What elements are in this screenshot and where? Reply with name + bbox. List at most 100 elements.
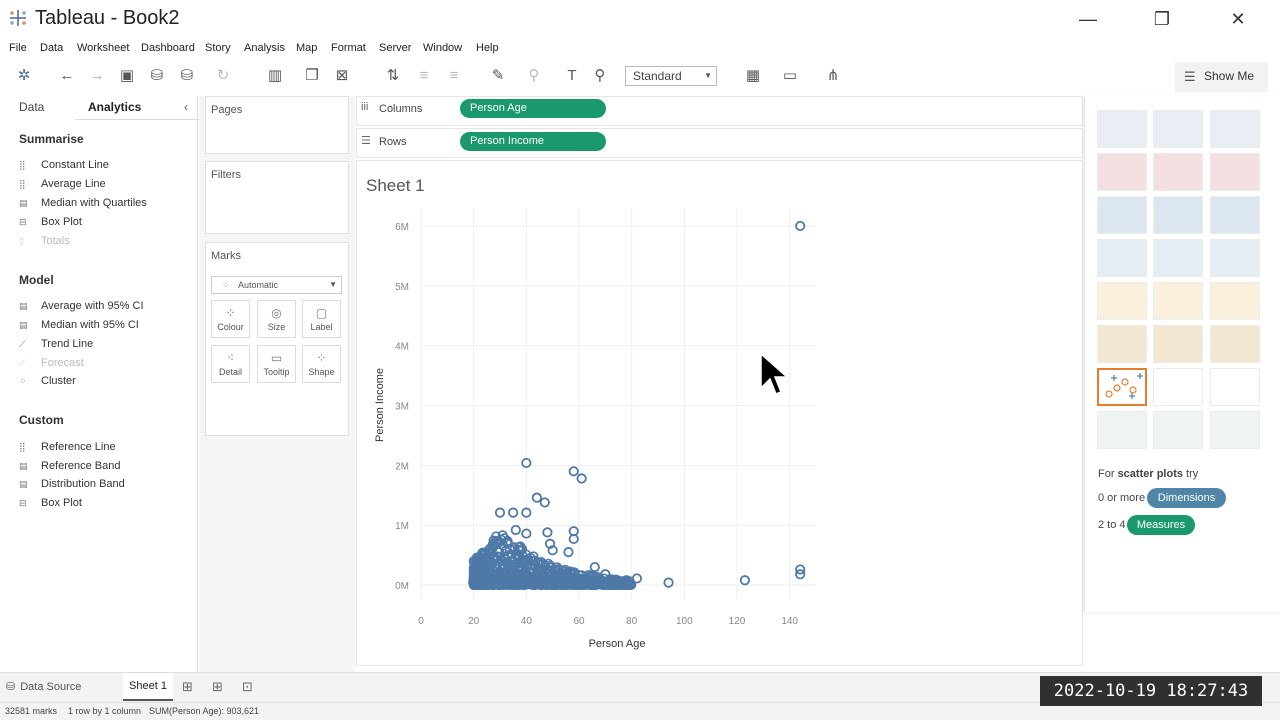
menu-window[interactable]: Window [423, 42, 462, 54]
show-me-chart-option[interactable] [1210, 411, 1260, 449]
summarise-title: Summarise [19, 132, 84, 146]
show-me-chart-option[interactable] [1097, 325, 1147, 363]
group-members-icon[interactable]: ⚲ [524, 66, 544, 86]
show-me-chart-option[interactable] [1153, 153, 1203, 191]
show-me-button[interactable]: ☰ Show Me [1175, 62, 1268, 92]
show-me-chart-option[interactable] [1153, 411, 1203, 449]
show-me-chart-option[interactable] [1210, 282, 1260, 320]
menu-server[interactable]: Server [379, 42, 411, 54]
data-source-tab[interactable]: ⛁ Data Source [6, 680, 81, 693]
new-dashboard-tab-icon[interactable]: ⊞ [212, 679, 223, 695]
show-me-chart-option[interactable] [1153, 282, 1203, 320]
chart-grid [420, 208, 816, 600]
analytics-item-box-plot-custom[interactable]: ⊟ Box Plot [19, 497, 82, 509]
sort-ascending-icon[interactable]: ≡ [414, 66, 434, 86]
highlight-icon[interactable]: ✎ [488, 66, 508, 86]
show-me-chart-option[interactable] [1097, 153, 1147, 191]
status-sum: SUM(Person Age): 903,621 [149, 706, 260, 716]
show-me-chart-option[interactable] [1153, 239, 1203, 277]
size-button[interactable]: ◎ Size [257, 300, 296, 338]
analytics-item-average-line[interactable]: ⣿ Average Line [19, 178, 106, 190]
analytics-item-cluster[interactable]: ⁘ Cluster [19, 375, 76, 387]
show-me-chart-option[interactable] [1153, 325, 1203, 363]
database-icon: ⛁ [6, 681, 16, 693]
mark-type-select[interactable]: ⁘ Automatic ▼ [211, 276, 342, 294]
minimize-button[interactable]: — [1073, 6, 1103, 32]
label-button[interactable]: ▢ Label [302, 300, 341, 338]
analytics-item-reference-line[interactable]: ⣿ Reference Line [19, 441, 116, 453]
menu-worksheet[interactable]: Worksheet [77, 42, 129, 54]
share-icon[interactable]: ⋔ [823, 66, 843, 86]
swap-rows-columns-icon[interactable]: ⇅ [383, 66, 403, 86]
show-me-chart-option[interactable] [1153, 196, 1203, 234]
tab-analytics[interactable]: Analytics [88, 100, 141, 114]
analytics-item-label: Average Line [41, 178, 106, 190]
sheet-title[interactable]: Sheet 1 [366, 176, 425, 196]
show-cards-icon[interactable]: ▦ [743, 66, 763, 86]
analytics-item-constant-line[interactable]: ⣿ Constant Line [19, 159, 109, 171]
tab-data[interactable]: Data [19, 100, 44, 114]
forward-icon[interactable]: → [87, 66, 107, 86]
fix-axes-icon[interactable]: ⚲ [590, 66, 610, 86]
analytics-item-median-ci[interactable]: ▤ Median with 95% CI [19, 319, 139, 331]
analytics-item-distribution-band[interactable]: ▤ Distribution Band [19, 478, 125, 490]
show-me-chart-option[interactable] [1210, 110, 1260, 148]
fit-select[interactable]: Standard ▼ [625, 66, 717, 86]
show-me-chart-option[interactable] [1097, 196, 1147, 234]
chevron-down-icon: ▼ [329, 280, 337, 289]
show-me-chart-option[interactable] [1097, 282, 1147, 320]
show-me-chart-option[interactable] [1210, 196, 1260, 234]
menu-map[interactable]: Map [296, 42, 317, 54]
menu-analysis[interactable]: Analysis [244, 42, 285, 54]
new-story-tab-icon[interactable]: ⊡ [242, 679, 253, 695]
menu-format[interactable]: Format [331, 42, 366, 54]
show-me-chart-option[interactable] [1097, 110, 1147, 148]
duplicate-sheet-icon[interactable]: ❐ [302, 66, 322, 86]
scatter-point [589, 561, 600, 573]
new-worksheet-icon[interactable]: ▥ [265, 66, 285, 86]
scatter-chart[interactable]: 0 20 40 60 80 100 120 140 0M 1M 2M 3M 4M 5M 6M Person … [356, 200, 1083, 660]
show-me-chart-option[interactable] [1210, 239, 1260, 277]
menu-story[interactable]: Story [205, 42, 231, 54]
tooltip-button[interactable]: ▭ Tooltip [257, 345, 296, 383]
back-icon[interactable]: ← [57, 66, 77, 86]
menu-help[interactable]: Help [476, 42, 499, 54]
tableau-home-icon[interactable]: ✲ [14, 66, 34, 86]
clear-sheet-icon[interactable]: ⊠ [332, 66, 352, 86]
show-me-chart-option[interactable] [1210, 325, 1260, 363]
show-me-chart-option[interactable] [1210, 153, 1260, 191]
new-data-source-icon[interactable]: ⛁ [147, 66, 167, 86]
restore-button[interactable]: ❐ [1147, 6, 1177, 32]
show-me-chart-option[interactable] [1153, 368, 1203, 406]
shape-button[interactable]: ⁘ Shape [302, 345, 341, 383]
analytics-item-average-ci[interactable]: ▤ Average with 95% CI [19, 300, 144, 312]
sheet-tab-sheet1[interactable]: Sheet 1 [123, 673, 173, 701]
columns-pill[interactable]: Person Age [460, 99, 606, 118]
analytics-item-box-plot[interactable]: ⊟ Box Plot [19, 216, 82, 228]
new-worksheet-tab-icon[interactable]: ⊞ [182, 679, 193, 695]
presentation-mode-icon[interactable]: ▭ [780, 66, 800, 86]
show-me-chart-option[interactable] [1097, 411, 1147, 449]
menu-file[interactable]: File [9, 42, 27, 54]
analytics-item-trend-line[interactable]: ⟋ Trend Line [19, 338, 93, 350]
show-me-chart-option[interactable] [1210, 368, 1260, 406]
analytics-item-reference-band[interactable]: ▤ Reference Band [19, 460, 121, 472]
show-me-chart-option[interactable] [1097, 368, 1147, 406]
close-button[interactable]: ✕ [1223, 6, 1253, 32]
show-mark-labels-icon[interactable]: T [562, 66, 582, 86]
detail-icon: ⁖ [226, 351, 235, 365]
colour-button[interactable]: ⁘ Colour [211, 300, 250, 338]
measures-pill: Measures [1127, 515, 1195, 535]
collapse-pane-icon[interactable]: ‹ [184, 100, 188, 114]
rows-pill[interactable]: Person Income [460, 132, 606, 151]
show-me-chart-option[interactable] [1153, 110, 1203, 148]
show-me-chart-option[interactable] [1097, 239, 1147, 277]
sort-descending-icon[interactable]: ≡ [444, 66, 464, 86]
detail-button[interactable]: ⁖ Detail [211, 345, 250, 383]
refresh-icon[interactable]: ↻ [213, 66, 233, 86]
menu-dashboard[interactable]: Dashboard [141, 42, 195, 54]
analytics-item-median-quartiles[interactable]: ▤ Median with Quartiles [19, 197, 147, 209]
save-icon[interactable]: ▣ [117, 66, 137, 86]
pause-updates-icon[interactable]: ⛁ [177, 66, 197, 86]
menu-data[interactable]: Data [40, 42, 63, 54]
